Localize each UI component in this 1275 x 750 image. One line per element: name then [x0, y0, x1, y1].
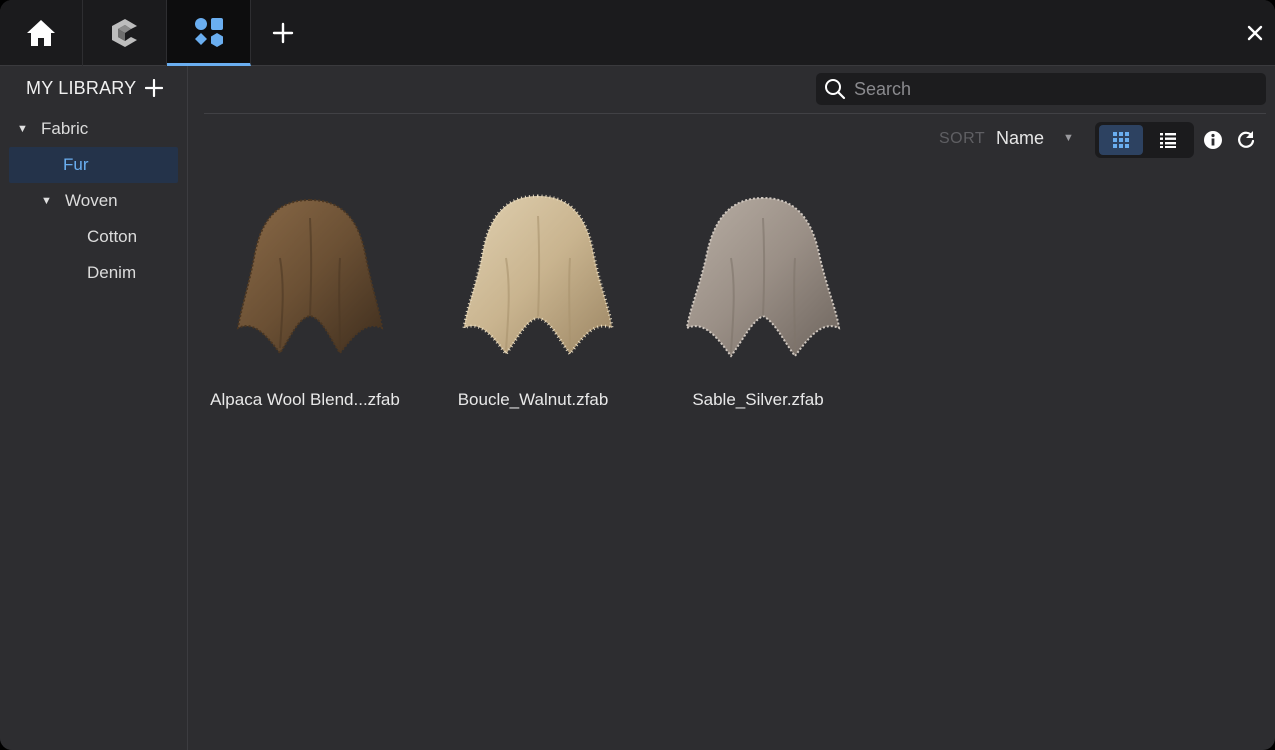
tab-clo[interactable]: [83, 0, 167, 66]
item-name: Boucle_Walnut.zfab: [457, 390, 609, 409]
refresh-icon: [1238, 131, 1255, 148]
view-toggle: [1095, 122, 1194, 158]
search-box[interactable]: [816, 73, 1266, 105]
tree-item-label: Fur: [63, 155, 89, 174]
toolbar-divider: [204, 113, 1266, 114]
home-icon: [27, 20, 55, 46]
library-title: MY LIBRARY: [26, 78, 137, 98]
search-icon: [816, 78, 854, 100]
tree-item-cotton[interactable]: Cotton: [87, 219, 187, 255]
close-icon: [1247, 25, 1263, 41]
caret-down-icon[interactable]: ▼: [17, 123, 31, 135]
info-icon: [1204, 131, 1222, 149]
sidebar: MY LIBRARY ▼ Fabric Fur ▼ Woven Cotton D…: [0, 66, 188, 750]
tree-item-label: Cotton: [87, 227, 138, 246]
grid-view-button[interactable]: [1099, 125, 1143, 155]
shapes-icon: [194, 17, 223, 47]
tree-item-fur[interactable]: Fur: [9, 147, 178, 183]
tree-item-fabric[interactable]: ▼ Fabric: [17, 111, 187, 147]
caret-down-icon[interactable]: ▼: [1063, 132, 1074, 144]
close-window-button[interactable]: [1238, 16, 1272, 50]
tree-item-woven[interactable]: ▼ Woven: [41, 183, 187, 219]
info-button[interactable]: [1202, 129, 1224, 151]
plus-icon: [145, 79, 163, 97]
tree-item-label: Denim: [87, 263, 137, 282]
fabric-thumbnail: [236, 198, 384, 355]
fabric-thumbnail: [685, 196, 841, 358]
grid-icon: [1113, 132, 1129, 148]
library-item[interactable]: Alpaca Wool Blend...zfab: [200, 188, 410, 418]
sort-select[interactable]: Name: [996, 128, 1044, 149]
tree-item-label: Fabric: [41, 119, 89, 138]
tab-bar: [0, 0, 1275, 66]
main-content: SORT Name ▼: [189, 66, 1275, 750]
library-item[interactable]: Sable_Silver.zfab: [653, 188, 863, 418]
tree-item-label: Woven: [65, 191, 118, 210]
tree-item-denim[interactable]: Denim: [87, 255, 187, 291]
item-name: Alpaca Wool Blend...zfab: [210, 390, 400, 409]
library-item[interactable]: Boucle_Walnut.zfab: [428, 188, 638, 418]
library-window: MY LIBRARY ▼ Fabric Fur ▼ Woven Cotton D…: [0, 0, 1275, 750]
plus-icon: [272, 22, 294, 44]
item-name: Sable_Silver.zfab: [692, 390, 824, 409]
fabric-thumbnail: [462, 194, 614, 357]
add-library-button[interactable]: [143, 76, 165, 100]
add-tab-button[interactable]: [264, 17, 302, 49]
tab-library[interactable]: [167, 0, 251, 66]
caret-down-icon[interactable]: ▼: [41, 195, 55, 207]
clo-logo-icon: [111, 19, 137, 47]
search-input[interactable]: [854, 78, 1254, 100]
list-view-button[interactable]: [1146, 125, 1190, 155]
list-icon: [1160, 133, 1176, 148]
tab-home[interactable]: [0, 0, 83, 66]
sort-label: SORT: [939, 130, 986, 147]
refresh-button[interactable]: [1235, 129, 1257, 151]
